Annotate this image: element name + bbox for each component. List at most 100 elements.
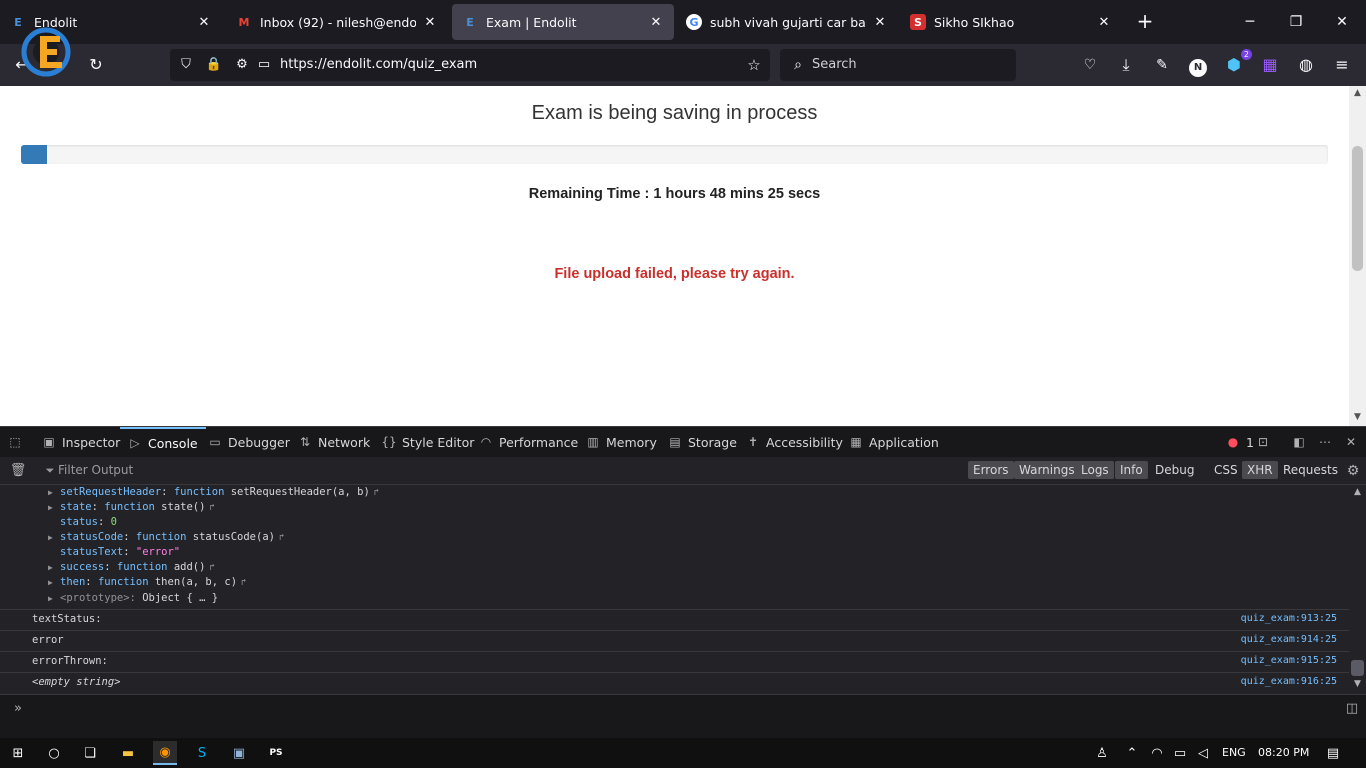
filter-xhr[interactable]: XHR xyxy=(1242,461,1278,479)
filter-logs[interactable]: Logs xyxy=(1076,461,1114,479)
expand-triangle-icon[interactable]: ▶ xyxy=(48,530,53,545)
url-bar[interactable]: ⛉ 🔒 ⚙ ▭ https://endolit.com/quiz_exam ☆ xyxy=(170,49,770,81)
wifi-icon[interactable]: ◠ xyxy=(1145,741,1169,765)
screenshot-icon[interactable]: ⊡ xyxy=(1256,427,1276,457)
tab-google[interactable]: G subh vivah gujarti car banner - ✕ xyxy=(676,4,898,40)
settings-gear-icon[interactable]: ⚙ xyxy=(1341,459,1365,483)
extension-icon[interactable]: ⬢ 2 xyxy=(1222,49,1252,77)
object-property[interactable]: ▶ state: function state() ↱ xyxy=(48,500,215,515)
filter-info[interactable]: Info xyxy=(1115,461,1148,479)
filter-input[interactable]: Filter Output xyxy=(58,463,133,477)
tab-style-editor[interactable]: {} Style Editor xyxy=(381,427,474,457)
console-scrollbar[interactable]: ▲ ▼ xyxy=(1349,485,1366,694)
trash-icon[interactable]: 🗑 xyxy=(6,459,30,483)
close-devtools-icon[interactable]: ✕ xyxy=(1344,427,1364,457)
tab-accessibility[interactable]: ✝ Accessibility xyxy=(746,427,843,457)
tab-console[interactable]: ▷ Console xyxy=(120,427,206,457)
url-text[interactable]: https://endolit.com/quiz_exam xyxy=(280,57,477,72)
restore-icon[interactable]: ❐ xyxy=(1284,10,1308,34)
minimize-icon[interactable]: ─ xyxy=(1238,10,1262,34)
cortana-icon[interactable]: ○ xyxy=(42,741,66,765)
expand-triangle-icon[interactable]: ▶ xyxy=(48,575,53,590)
tab-inspector[interactable]: ▣ Inspector xyxy=(42,427,120,457)
firefox-icon[interactable]: ◉ xyxy=(153,741,177,765)
task-view-icon[interactable]: ❏ xyxy=(78,741,102,765)
shield-icon[interactable]: ⛉ xyxy=(174,53,198,77)
notifications-icon[interactable]: ▤ xyxy=(1321,741,1345,765)
object-property[interactable]: ▶ success: function add() ↱ xyxy=(48,560,215,575)
tab-exam[interactable]: E Exam | Endolit ✕ xyxy=(452,4,674,40)
object-property[interactable]: ▶ setRequestHeader: function setRequestH… xyxy=(48,485,379,500)
tray-chevron-up-icon[interactable]: ⌃ xyxy=(1120,741,1144,765)
object-property[interactable]: ▶ then: function then(a, b, c) ↱ xyxy=(48,575,246,590)
tab-performance[interactable]: ◠ Performance xyxy=(479,427,578,457)
scroll-up-icon[interactable]: ▲ xyxy=(1349,487,1366,497)
error-count-badge[interactable]: ● 1 xyxy=(1226,427,1254,457)
media-icon[interactable]: ▭ xyxy=(252,53,276,77)
close-icon[interactable]: ✕ xyxy=(1096,14,1112,30)
source-link[interactable]: quiz_exam:914:25 xyxy=(1241,634,1337,645)
menu-icon[interactable]: ≡ xyxy=(1330,53,1354,77)
search-bar[interactable]: ⌕ Search xyxy=(780,49,1016,81)
tab-inbox[interactable]: M Inbox (92) - nilesh@endolit.com ✕ xyxy=(226,4,448,40)
new-tab-button[interactable]: + xyxy=(1134,10,1156,32)
jump-to-definition-icon[interactable]: ↱ xyxy=(374,488,379,498)
puzzle-icon[interactable]: ▦ xyxy=(1258,53,1282,77)
scroll-up-icon[interactable]: ▲ xyxy=(1349,88,1366,98)
scrollbar-thumb[interactable] xyxy=(1351,660,1364,676)
bookmark-star-icon[interactable]: ☆ xyxy=(742,53,766,77)
windows-start-icon[interactable]: ⊞ xyxy=(6,741,30,765)
more-options-icon[interactable]: ⋯ xyxy=(1318,427,1338,457)
people-icon[interactable]: ♙ xyxy=(1090,741,1114,765)
tab-application[interactable]: ▦ Application xyxy=(849,427,939,457)
photoshop-icon[interactable]: PS xyxy=(264,741,288,765)
object-property[interactable]: ▶ statusCode: function statusCode(a) ↱ xyxy=(48,530,284,545)
dock-icon[interactable]: ◧ xyxy=(1292,427,1312,457)
downloads-icon[interactable]: ⤓ xyxy=(1114,53,1138,77)
filter-debug[interactable]: Debug xyxy=(1150,461,1199,479)
expand-triangle-icon[interactable]: ▶ xyxy=(48,485,53,500)
expand-triangle-icon[interactable]: ▶ xyxy=(48,591,53,606)
close-icon[interactable]: ✕ xyxy=(196,14,212,30)
skype-icon[interactable]: S xyxy=(190,741,214,765)
filter-errors[interactable]: Errors xyxy=(968,461,1014,479)
jump-to-definition-icon[interactable]: ↱ xyxy=(209,503,214,513)
tab-memory[interactable]: ▥ Memory xyxy=(586,427,657,457)
close-icon[interactable]: ✕ xyxy=(872,14,888,30)
source-link[interactable]: quiz_exam:915:25 xyxy=(1241,655,1337,666)
scrollbar-thumb[interactable] xyxy=(1352,146,1363,271)
editor-mode-icon[interactable]: ◫ xyxy=(1340,697,1364,721)
tab-network[interactable]: ⇅ Network xyxy=(298,427,370,457)
language-indicator[interactable]: ENG xyxy=(1222,746,1246,759)
clock[interactable]: 08:20 PM xyxy=(1258,746,1309,759)
console-input[interactable]: » ◫ xyxy=(0,694,1366,738)
scroll-down-icon[interactable]: ▼ xyxy=(1349,412,1366,422)
window-close-icon[interactable]: ✕ xyxy=(1330,10,1354,34)
close-icon[interactable]: ✕ xyxy=(648,14,664,30)
remote-desktop-icon[interactable]: ▣ xyxy=(227,741,251,765)
tab-sikho[interactable]: S Sikho SIkhao ✕ xyxy=(900,4,1122,40)
tab-debugger[interactable]: ▭ Debugger xyxy=(208,427,290,457)
filter-css[interactable]: CSS xyxy=(1209,461,1243,479)
search-input[interactable]: Search xyxy=(812,57,857,72)
source-link[interactable]: quiz_exam:913:25 xyxy=(1241,613,1337,624)
tab-storage[interactable]: ▤ Storage xyxy=(668,427,737,457)
filter-requests[interactable]: Requests xyxy=(1278,461,1343,479)
close-icon[interactable]: ✕ xyxy=(422,14,438,30)
expand-triangle-icon[interactable]: ▶ xyxy=(48,500,53,515)
profile-avatar[interactable]: N xyxy=(1186,53,1210,77)
wrench-icon[interactable]: ✎ xyxy=(1150,53,1174,77)
element-picker-icon[interactable]: ⬚ xyxy=(8,427,28,457)
jump-to-definition-icon[interactable]: ↱ xyxy=(209,563,214,573)
jump-to-definition-icon[interactable]: ↱ xyxy=(279,533,284,543)
expand-triangle-icon[interactable]: ▶ xyxy=(48,560,53,575)
reload-icon[interactable]: ↻ xyxy=(84,53,108,77)
scroll-down-icon[interactable]: ▼ xyxy=(1349,679,1366,689)
source-link[interactable]: quiz_exam:916:25 xyxy=(1241,676,1337,687)
pocket-icon[interactable]: ♡ xyxy=(1078,53,1102,77)
page-scrollbar[interactable]: ▲ ▼ xyxy=(1349,86,1366,426)
permissions-icon[interactable]: ⚙ xyxy=(230,53,254,77)
file-explorer-icon[interactable]: ▬ xyxy=(116,741,140,765)
object-property[interactable]: ▶ <prototype>: Object { … } xyxy=(48,591,218,606)
volume-icon[interactable]: ◁ xyxy=(1191,741,1215,765)
